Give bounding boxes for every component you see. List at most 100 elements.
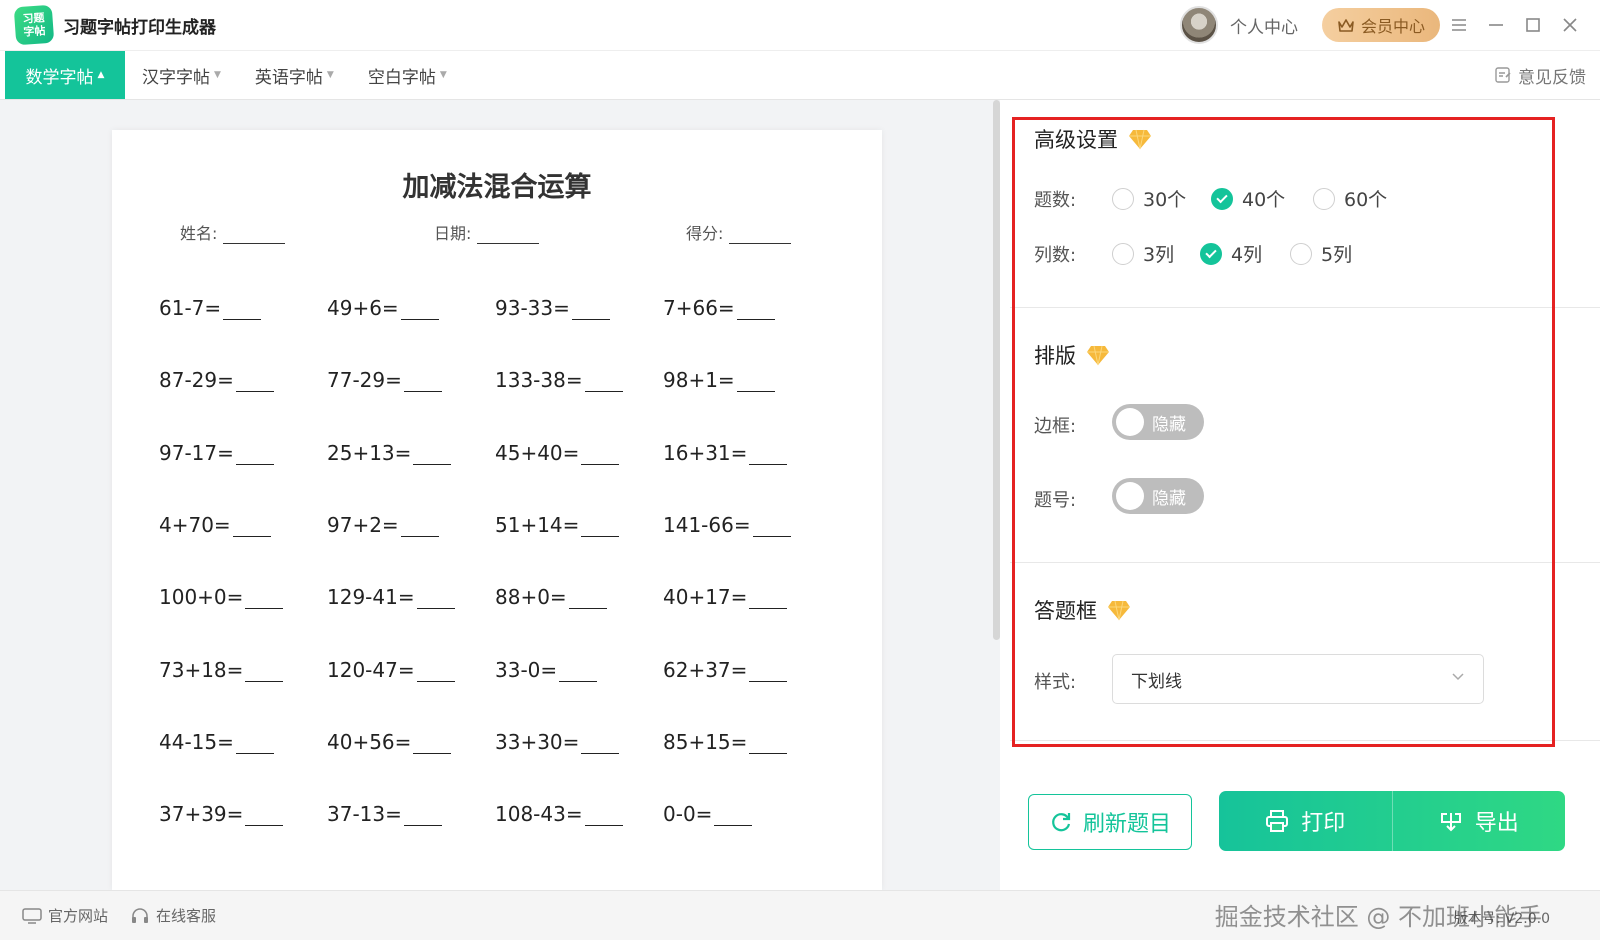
name-field: 姓名: — [180, 220, 286, 244]
maximize-icon[interactable] — [1514, 0, 1551, 50]
math-problem: 40+56= — [327, 730, 452, 754]
answer-style-select[interactable]: 下划线 — [1112, 654, 1484, 704]
math-problem: 100+0= — [159, 585, 284, 610]
answer-blank — [581, 734, 620, 754]
export-button[interactable]: 导出 — [1393, 791, 1566, 851]
watermark: 掘金技术社区 @ 不加班小能手 — [1214, 903, 1542, 931]
export-icon — [1440, 813, 1461, 832]
answer-blank — [752, 517, 791, 537]
math-problem-text: 33+30= — [495, 729, 580, 754]
math-problem-text: 45+40= — [495, 440, 580, 465]
count-option-30[interactable]: 30个 — [1112, 185, 1186, 212]
edit-icon — [1495, 67, 1511, 83]
tab-blank[interactable]: 空白字帖 ▼ — [351, 51, 464, 99]
math-problem: 25+13= — [327, 441, 452, 465]
math-problem: 37-13= — [327, 802, 442, 827]
online-support-link[interactable]: 在线客服 — [130, 905, 216, 926]
column-option-5[interactable]: 5列 — [1290, 240, 1352, 267]
diamond-icon — [1087, 345, 1109, 366]
menu-icon[interactable] — [1440, 0, 1477, 50]
tab-english-label: 英语字帖 — [254, 67, 323, 88]
answer-blank — [413, 734, 452, 754]
math-problem: 51+14= — [495, 513, 620, 537]
print-button[interactable]: 打印 — [1219, 791, 1393, 851]
score-field: 得分: — [686, 220, 792, 244]
math-problem-text: 7+66= — [663, 296, 735, 320]
column-option-label: 4列 — [1231, 244, 1263, 266]
answer-blank — [559, 662, 598, 682]
settings-panel: 高级设置 题数: 30个 40个 60个 列数: 3列 4列 5列 排版 边框:… — [1000, 100, 1600, 890]
print-button-label: 打印 — [1301, 811, 1346, 836]
math-problem-text: 44-15= — [159, 729, 234, 754]
tab-math[interactable]: 数学字帖 ▲ — [5, 51, 125, 99]
math-problem-text: 108-43= — [495, 802, 583, 827]
vip-center-button[interactable]: 会员中心 — [1322, 8, 1440, 42]
tab-english[interactable]: 英语字帖 ▼ — [238, 51, 351, 99]
math-problem-text: 98+1= — [663, 368, 735, 393]
refresh-button-label: 刷新题目 — [1082, 812, 1171, 837]
column-option-label: 3列 — [1143, 244, 1175, 266]
export-button-label: 导出 — [1474, 811, 1519, 836]
print-export-group: 打印 导出 — [1219, 791, 1565, 851]
column-option-3[interactable]: 3列 — [1112, 240, 1174, 267]
math-problem: 120-47= — [327, 658, 455, 682]
official-website-link[interactable]: 官方网站 — [22, 905, 108, 926]
date-field: 日期: — [434, 220, 540, 244]
avatar[interactable] — [1180, 6, 1218, 44]
math-problem: 133-38= — [495, 368, 623, 393]
refresh-button[interactable]: 刷新题目 — [1028, 794, 1192, 850]
border-label: 边框: — [1034, 416, 1077, 437]
number-toggle-label: 隐藏 — [1152, 488, 1186, 509]
caret-up-icon: ▲ — [97, 70, 105, 80]
answer-blank — [416, 662, 455, 682]
answer-blank — [584, 806, 623, 827]
close-icon[interactable] — [1551, 0, 1588, 50]
crown-icon — [1338, 19, 1354, 32]
math-problem: 98+1= — [663, 368, 775, 393]
answer-blank — [581, 517, 620, 537]
math-problem: 88+0= — [495, 585, 607, 610]
math-problem-text: 97-17= — [159, 440, 234, 465]
math-problem-text: 87-29= — [159, 368, 234, 393]
layout-title: 排版 — [1034, 340, 1110, 370]
feedback-link[interactable]: 意见反馈 — [1494, 51, 1586, 99]
math-problem-text: 141-66= — [663, 512, 751, 537]
answer-blank — [714, 806, 753, 827]
advanced-settings-title: 高级设置 — [1034, 124, 1152, 154]
answer-blank — [749, 734, 788, 754]
printer-icon — [1266, 810, 1289, 832]
answer-box-title: 答题框 — [1034, 595, 1131, 625]
divider — [1010, 562, 1600, 563]
logo-line2: 字帖 — [23, 24, 46, 39]
minimize-icon[interactable] — [1477, 0, 1514, 50]
math-problem-text: 73+18= — [159, 657, 244, 682]
preview-scrollbar[interactable] — [993, 100, 1000, 640]
math-problem: 141-66= — [663, 513, 791, 537]
count-option-60[interactable]: 60个 — [1313, 185, 1387, 212]
online-support-label: 在线客服 — [156, 907, 217, 925]
math-problem: 37+39= — [159, 802, 284, 827]
answer-blank — [568, 589, 607, 610]
tab-blank-label: 空白字帖 — [367, 67, 436, 88]
answer-blank — [400, 517, 439, 537]
monitor-icon — [22, 907, 42, 924]
math-problem-text: 88+0= — [495, 585, 567, 610]
answer-blank — [235, 445, 274, 465]
math-problem-text: 49+6= — [327, 296, 399, 320]
math-problem: 77-29= — [327, 368, 442, 393]
worksheet-paper: 加减法混合运算 姓名: 日期: 得分: 61-7= 49+6= 93-33= 7+66… — [112, 130, 882, 890]
answer-blank — [736, 372, 775, 393]
number-toggle[interactable]: 隐藏 — [1112, 478, 1204, 514]
border-toggle[interactable]: 隐藏 — [1112, 404, 1204, 440]
math-problem-text: 129-41= — [327, 585, 415, 610]
column-option-4[interactable]: 4列 — [1200, 240, 1262, 267]
math-problem: 108-43= — [495, 802, 623, 827]
math-problem: 97+2= — [327, 513, 439, 537]
tab-chinese[interactable]: 汉字字帖 ▼ — [125, 51, 238, 99]
chevron-down-icon — [1451, 669, 1465, 685]
score-label: 得分: — [686, 224, 724, 243]
footer: 官方网站 在线客服 版本号: V2.0.0 掘金技术社区 @ 不加班小能手 — [0, 890, 1600, 940]
headset-icon — [132, 907, 149, 923]
personal-center-link[interactable]: 个人中心 — [1230, 13, 1298, 38]
count-option-40[interactable]: 40个 — [1211, 185, 1285, 212]
